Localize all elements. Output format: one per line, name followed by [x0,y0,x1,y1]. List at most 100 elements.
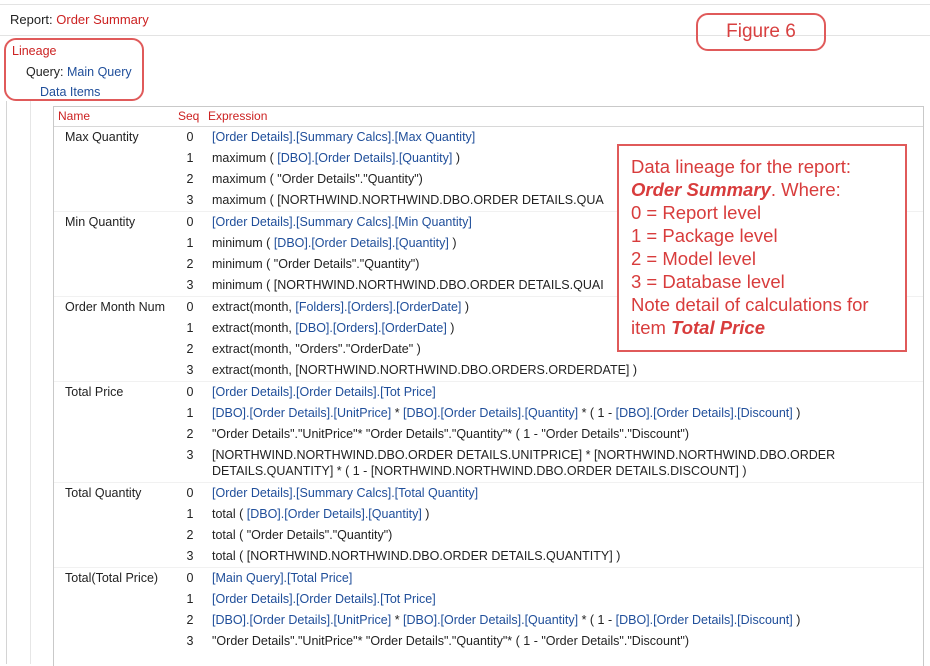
expression-reference-link[interactable]: [DBO].[Order Details].[Quantity] [277,151,452,165]
note-line-3: 0 = Report level [631,202,762,223]
expression-reference-link[interactable]: [DBO].[Orders].[OrderDate] [295,321,446,335]
expression-reference-link[interactable]: [DBO].[Order Details].[Discount] [616,406,793,420]
table-row: 2 total ( "Order Details"."Quantity") [54,525,923,546]
top-divider [0,4,930,5]
expression-reference-link[interactable]: [Main Query].[Total Price] [212,571,352,585]
report-header: Report: Order Summary [10,12,149,27]
data-item-name: Min Quantity [54,210,172,233]
table-row: Total Quantity 0 [Order Details].[Summary … [54,481,923,504]
expression-cell: total ( [DBO].[Order Details].[Quantity]… [208,504,923,525]
figure-callout: Figure 6 [696,13,826,51]
expression-reference-link[interactable]: [DBO].[Order Details].[Quantity] [247,507,422,521]
expression-text: extract(month, [212,320,296,335]
expression-cell: total ( "Order Details"."Quantity") [208,525,923,546]
expression-reference-link[interactable]: [DBO].[Order Details].[UnitPrice] [212,406,391,420]
expression-text: extract(month, [NORTHWIND.NORTHWIND.DBO.… [212,362,638,377]
column-header-expression[interactable]: Expression [208,107,923,127]
data-item-name [54,233,172,254]
note-line-4: 1 = Package level [631,225,778,246]
data-item-name [54,148,172,169]
seq-cell: 1 [186,235,194,250]
seq-cell: 2 [186,341,194,356]
data-item-name [54,318,172,339]
data-item-name: Total(Total Price) [54,566,172,589]
note-item-prefix: item [631,317,672,338]
table-row: 1 [DBO].[Order Details].[UnitPrice] * [DB… [54,403,923,424]
data-item-name: Max Quantity [54,125,172,148]
expression-text: * ( 1 - [578,612,616,627]
seq-cell: 1 [186,320,194,335]
data-item-name [54,445,172,483]
seq-cell: 3 [186,362,194,377]
tree-node-data-items[interactable]: Data Items [40,85,100,99]
data-item-name [54,424,172,445]
query-name-link[interactable]: Main Query [67,65,132,79]
note-line-7: Note detail of calculations for [631,294,869,315]
column-header-seq[interactable]: Seq [172,107,208,127]
expression-reference-link[interactable]: [Order Details].[Summary Calcs].[Total Q… [212,486,478,500]
expression-reference-link[interactable]: [DBO].[Order Details].[Quantity] [403,406,578,420]
expression-text: "Order Details"."UnitPrice"* "Order Deta… [212,633,689,648]
report-name[interactable]: Order Summary [56,12,148,27]
report-label: Report: [10,12,53,27]
seq-cell: 2 [186,256,194,271]
data-item-name [54,360,172,382]
tree-guide-line-inner [30,101,31,664]
tree-node-lineage[interactable]: Lineage [12,44,57,58]
expression-cell: "Order Details"."UnitPrice"* "Order Deta… [208,424,923,445]
seq-cell: 2 [186,527,194,542]
expression-reference-link[interactable]: [DBO].[Order Details].[Discount] [616,613,793,627]
expression-reference-link[interactable]: [DBO].[Order Details].[Quantity] [274,236,449,250]
expression-text: ) [792,612,801,627]
expression-text: "Order Details"."UnitPrice"* "Order Deta… [212,426,689,441]
data-item-name: Total Price [54,380,172,403]
expression-reference-link[interactable]: [DBO].[Order Details].[UnitPrice] [212,613,391,627]
table-row: 2 "Order Details"."UnitPrice"* "Order Det… [54,424,923,445]
expression-text: maximum ( [212,150,278,165]
data-item-name [54,169,172,190]
expression-text: total ( "Order Details"."Quantity") [212,527,393,542]
expression-cell: total ( [NORTHWIND.NORTHWIND.DBO.ORDER D… [208,546,923,568]
expression-text: * ( 1 - [578,405,616,420]
seq-cell: 1 [186,506,194,521]
expression-reference-link[interactable]: [Order Details].[Summary Calcs].[Max Qua… [212,130,475,144]
annotation-callout: Data lineage for the report: Order Summa… [617,144,907,352]
seq-cell: 0 [172,210,208,233]
data-item-name [54,275,172,297]
expression-reference-link[interactable]: [Order Details].[Summary Calcs].[Min Qua… [212,215,472,229]
tree-guide-line [6,101,7,664]
expression-text: ) [461,299,470,314]
note-line-1: Data lineage for the report: [631,156,852,177]
seq-cell: 1 [186,150,194,165]
data-item-name [54,504,172,525]
expression-reference-link[interactable]: [Order Details].[Order Details].[Tot Pri… [212,592,436,606]
tree-node-query[interactable]: Query: Main Query [26,65,132,79]
data-item-name: Total Quantity [54,481,172,504]
expression-reference-link[interactable]: [Order Details].[Order Details].[Tot Pri… [212,385,436,399]
expression-cell: [Main Query].[Total Price] [208,566,923,589]
expression-reference-link[interactable]: [DBO].[Order Details].[Quantity] [403,613,578,627]
table-row: 1 [Order Details].[Order Details].[Tot Pr… [54,589,923,610]
data-item-name [54,403,172,424]
seq-cell: 3 [186,548,194,563]
expression-cell: extract(month, [NORTHWIND.NORTHWIND.DBO.… [208,360,923,382]
expression-reference-link[interactable]: [Folders].[Orders].[OrderDate] [295,300,461,314]
column-header-name[interactable]: Name [54,107,172,127]
seq-cell: 3 [186,192,194,207]
data-item-name [54,610,172,631]
seq-cell: 2 [186,171,194,186]
table-row: 3 [NORTHWIND.NORTHWIND.DBO.ORDER DETAILS.… [54,445,923,483]
seq-cell: 3 [186,633,194,648]
note-where: . Where: [770,179,841,200]
expression-text: ) [446,320,455,335]
expression-cell: [DBO].[Order Details].[UnitPrice] * [DBO… [208,403,923,424]
expression-text: ) [792,405,801,420]
seq-cell: 1 [186,405,194,420]
seq-cell: 1 [186,591,194,606]
expression-text: extract(month, "Orders"."OrderDate" ) [212,341,421,356]
table-row: 3 extract(month, [NORTHWIND.NORTHWIND.DBO… [54,360,923,382]
seq-cell: 0 [172,481,208,504]
expression-text: minimum ( [212,235,274,250]
note-report-name: Order Summary [631,179,771,200]
data-item-name [54,525,172,546]
